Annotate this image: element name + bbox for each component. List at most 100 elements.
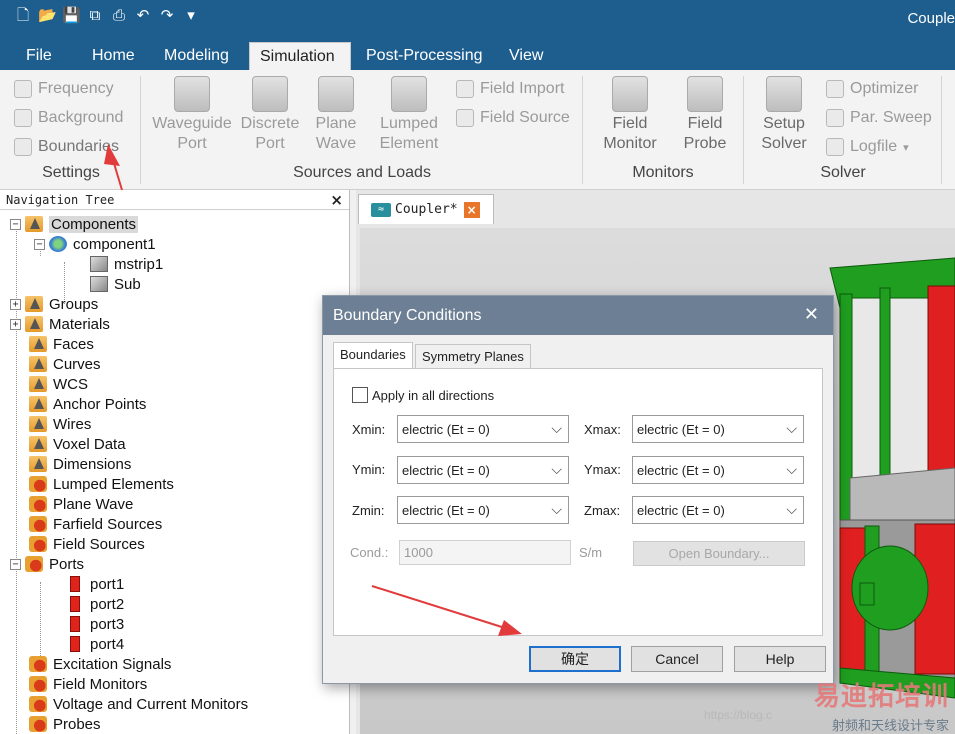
close-icon[interactable]: × xyxy=(330,191,343,209)
tree-item-voltage-current-monitors[interactable]: Voltage and Current Monitors xyxy=(29,694,248,714)
tree-item-field-monitors[interactable]: Field Monitors xyxy=(29,674,147,694)
watermark-brand: 易迪拓培训 xyxy=(813,681,949,711)
tree-item-wires[interactable]: Wires xyxy=(29,414,91,434)
tree-item-dimensions[interactable]: Dimensions xyxy=(29,454,131,474)
boundaries-button[interactable]: Boundaries xyxy=(14,136,119,158)
tree-item-components[interactable]: − Components xyxy=(10,214,139,234)
zmin-select[interactable]: electric (Et = 0) ⌵ xyxy=(397,496,569,524)
collapse-icon[interactable]: − xyxy=(34,238,45,250)
solid-icon xyxy=(90,256,108,272)
tree-item-farfield-sources[interactable]: Farfield Sources xyxy=(29,514,162,534)
tab-modeling[interactable]: Modeling xyxy=(154,42,239,70)
tab-post-processing[interactable]: Post-Processing xyxy=(356,42,493,70)
tree-item-mstrip1[interactable]: mstrip1 xyxy=(90,254,163,274)
tab-boundaries[interactable]: Boundaries xyxy=(333,342,413,369)
tree-item-field-sources[interactable]: Field Sources xyxy=(29,534,145,554)
tree-item-anchor-points[interactable]: Anchor Points xyxy=(29,394,146,414)
xmax-select[interactable]: electric (Et = 0) ⌵ xyxy=(632,415,804,443)
zmax-select[interactable]: electric (Et = 0) ⌵ xyxy=(632,496,804,524)
tree-item-port1[interactable]: port1 xyxy=(66,574,124,594)
lumped-element-button[interactable]: Lumped Element xyxy=(373,76,445,154)
expand-icon[interactable]: + xyxy=(10,298,21,310)
sources-group-label: Sources and Loads xyxy=(293,164,431,181)
customize-icon[interactable]: ▾ xyxy=(182,6,200,26)
par-sweep-icon xyxy=(826,109,844,127)
redo-icon[interactable]: ↷ xyxy=(158,6,176,26)
ymin-select[interactable]: electric (Et = 0) ⌵ xyxy=(397,456,569,484)
field-import-button[interactable]: Field Import xyxy=(456,78,564,100)
field-probe-button[interactable]: Field Probe xyxy=(669,76,741,154)
field-source-icon xyxy=(456,109,474,127)
setup-solver-button[interactable]: Setup Solver xyxy=(748,76,820,154)
document-tab[interactable]: ≈ Coupler* × xyxy=(358,194,494,224)
tree-item-sub[interactable]: Sub xyxy=(90,274,141,294)
cond-input[interactable]: 1000 xyxy=(399,540,571,565)
tree-item-port2[interactable]: port2 xyxy=(66,594,124,614)
discrete-port-button[interactable]: Discrete Port xyxy=(234,76,306,154)
gear-icon xyxy=(29,676,47,692)
open-icon[interactable]: 📂 xyxy=(38,6,57,26)
tree-item-lumped-elements[interactable]: Lumped Elements xyxy=(29,474,174,494)
ribbon: Frequency Background Boundaries Settings… xyxy=(0,70,955,190)
navigation-tree-header: Navigation Tree × xyxy=(0,190,349,210)
tree-item-curves[interactable]: Curves xyxy=(29,354,101,374)
tree-item-wcs[interactable]: WCS xyxy=(29,374,88,394)
optimizer-button[interactable]: Optimizer xyxy=(826,78,918,100)
tab-file[interactable]: File xyxy=(16,42,62,70)
tab-view[interactable]: View xyxy=(499,42,553,70)
setup-solver-icon xyxy=(766,76,802,112)
help-button[interactable]: Help xyxy=(734,646,826,672)
field-import-icon xyxy=(456,80,474,98)
tree-item-port4[interactable]: port4 xyxy=(66,634,124,654)
frequency-button[interactable]: Frequency xyxy=(14,78,114,100)
print-icon[interactable]: ⎙ xyxy=(110,6,128,26)
waveguide-port-button[interactable]: Waveguide Port xyxy=(150,76,234,154)
new-icon[interactable]: 🗋 xyxy=(14,6,32,26)
tree-item-port3[interactable]: port3 xyxy=(66,614,124,634)
group-divider xyxy=(743,76,744,184)
tree-item-groups[interactable]: + Groups xyxy=(10,294,98,314)
tree-item-plane-wave[interactable]: Plane Wave xyxy=(29,494,133,514)
tab-home[interactable]: Home xyxy=(82,42,145,70)
collapse-icon[interactable]: − xyxy=(10,218,21,230)
port-arrow xyxy=(859,582,875,606)
apply-all-directions-checkbox[interactable]: Apply in all directions xyxy=(352,387,494,403)
ok-button[interactable]: 确定 xyxy=(529,646,621,672)
undo-icon[interactable]: ↶ xyxy=(134,6,152,26)
cancel-button[interactable]: Cancel xyxy=(631,646,723,672)
field-monitor-button[interactable]: Field Monitor xyxy=(594,76,666,154)
par-sweep-button[interactable]: Par. Sweep xyxy=(826,107,932,129)
lumped-element-icon xyxy=(391,76,427,112)
field-source-button[interactable]: Field Source xyxy=(456,107,570,129)
tree-item-probes[interactable]: Probes xyxy=(29,714,101,734)
tab-simulation[interactable]: Simulation xyxy=(249,42,351,70)
logfile-button[interactable]: Logfile ▾ xyxy=(826,136,909,158)
monitors-group-label: Monitors xyxy=(632,164,694,181)
tree-item-materials[interactable]: + Materials xyxy=(10,314,110,334)
tree-item-excitation-signals[interactable]: Excitation Signals xyxy=(29,654,171,674)
chevron-down-icon: ⌵ xyxy=(786,461,797,477)
ymax-select[interactable]: electric (Et = 0) ⌵ xyxy=(632,456,804,484)
folder-icon xyxy=(29,396,47,412)
close-icon[interactable]: ✕ xyxy=(804,304,819,325)
save-all-icon[interactable]: ⧉ xyxy=(86,6,104,26)
tree-item-voxel-data[interactable]: Voxel Data xyxy=(29,434,126,454)
settings-group-label: Settings xyxy=(42,164,100,181)
navigation-tree-panel: Navigation Tree × − Components − component… xyxy=(0,190,350,734)
tree-item-ports[interactable]: − Ports xyxy=(10,554,84,574)
tree-item-faces[interactable]: Faces xyxy=(29,334,94,354)
checkbox-box[interactable] xyxy=(352,387,368,403)
xmin-label: Xmin: xyxy=(352,422,386,437)
tab-symmetry-planes[interactable]: Symmetry Planes xyxy=(415,344,531,368)
expand-icon[interactable]: + xyxy=(10,318,21,330)
chevron-down-icon: ▾ xyxy=(903,141,909,154)
open-boundary-button[interactable]: Open Boundary... xyxy=(633,541,805,566)
close-tab-icon[interactable]: × xyxy=(463,201,480,218)
plane-wave-button[interactable]: Plane Wave xyxy=(300,76,372,154)
group-divider xyxy=(582,76,583,184)
save-icon[interactable]: 💾 xyxy=(62,6,81,26)
tree-item-component1[interactable]: − component1 xyxy=(34,234,156,254)
background-button[interactable]: Background xyxy=(14,107,123,129)
xmin-select[interactable]: electric (Et = 0) ⌵ xyxy=(397,415,569,443)
collapse-icon[interactable]: − xyxy=(10,558,21,570)
